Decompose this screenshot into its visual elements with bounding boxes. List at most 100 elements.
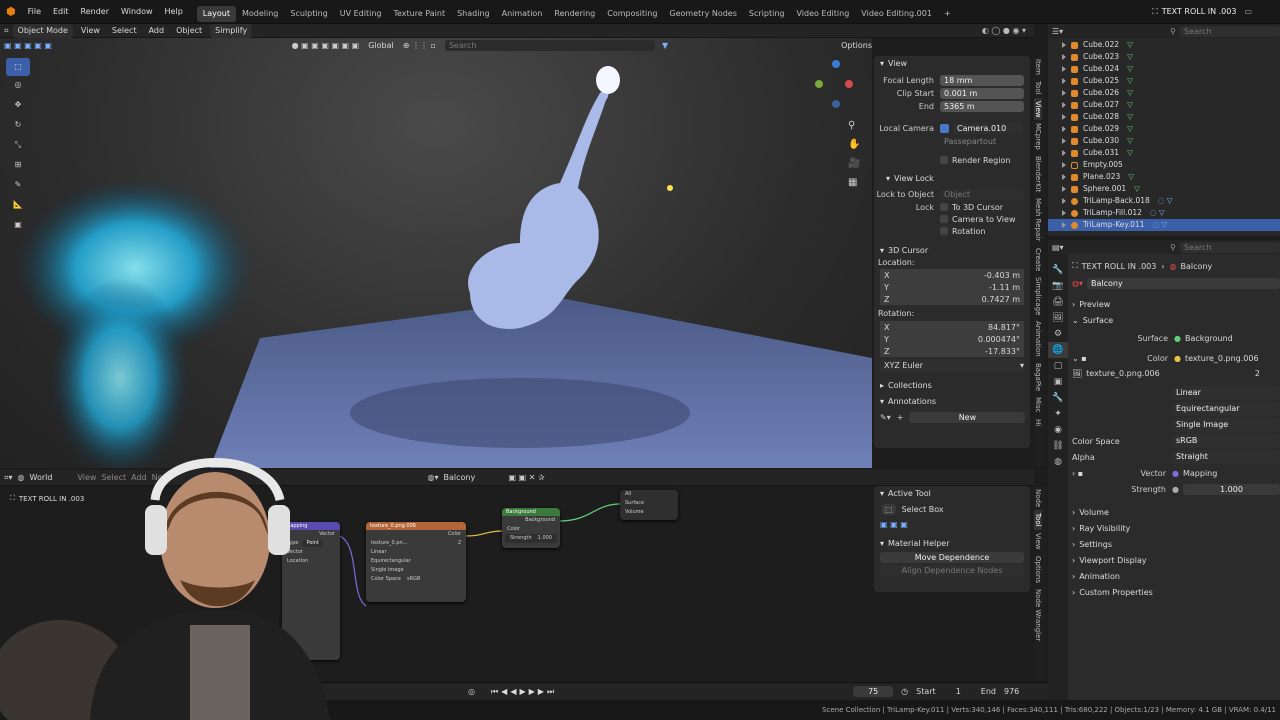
expand-arrow-icon[interactable]: [1062, 222, 1066, 228]
clip-end-field[interactable]: 5365 m: [940, 101, 1024, 112]
annotation-icon[interactable]: ✎▾: [880, 413, 891, 422]
blender-logo-icon[interactable]: ⬢: [0, 5, 22, 18]
expand-arrow-icon[interactable]: [1062, 162, 1066, 168]
node-world-buttons[interactable]: ▣ ▣ ✕ ✰: [509, 473, 545, 482]
world-datablock-field[interactable]: Balcony: [1087, 277, 1280, 289]
preview-section[interactable]: › Preview: [1072, 296, 1280, 312]
3d-viewport[interactable]: ⬚ ◎ ✥ ↻ ⤡ ⊞ ✎ 📐 ▣ ⚲ ✋ 🎥 ▦: [0, 38, 872, 468]
filter-icon[interactable]: ▼: [662, 41, 668, 50]
tab-simplicage[interactable]: Simplicage: [1034, 274, 1042, 318]
loc-z-field[interactable]: 0.7427 m: [892, 295, 1024, 304]
outliner-item[interactable]: Cube.031 ▽: [1048, 147, 1280, 159]
rotate-tool-icon[interactable]: ↻: [6, 120, 30, 140]
view-layer-icon[interactable]: ▭: [1244, 7, 1252, 16]
transform-tool-icon[interactable]: ⊞: [6, 160, 30, 180]
annotations-header[interactable]: ▾ Annotations: [874, 394, 1030, 408]
alpha-dropdown[interactable]: Straight: [1172, 450, 1280, 464]
property-section[interactable]: › Viewport Display: [1072, 552, 1280, 568]
interpolation-dropdown[interactable]: Linear: [1172, 386, 1280, 400]
focal-length-field[interactable]: 18 mm: [940, 75, 1024, 86]
tab-compositing[interactable]: Compositing: [601, 6, 663, 22]
outliner-item[interactable]: TriLamp-Back.018 ◌ ▽: [1048, 195, 1280, 207]
source-dropdown[interactable]: Single Image: [1172, 418, 1280, 432]
mesh-data-icon[interactable]: ▽: [1127, 111, 1133, 123]
output-tab-icon[interactable]: 🖨: [1048, 294, 1068, 310]
expand-arrow-icon[interactable]: [1062, 210, 1066, 216]
rot-x-field[interactable]: 84.817°: [892, 323, 1024, 332]
mesh-data-icon[interactable]: ▽: [1127, 75, 1133, 87]
outliner-item[interactable]: Cube.025 ▽: [1048, 75, 1280, 87]
world-datablock-icon[interactable]: ◍▾: [1072, 279, 1083, 288]
tab-bagapie[interactable]: BagaPie: [1034, 360, 1042, 394]
outliner-item[interactable]: TriLamp-Key.011 ◌ ▽: [1048, 219, 1280, 231]
cursor-tool-icon[interactable]: ◎: [6, 80, 30, 100]
mesh-data-icon[interactable]: ▽: [1127, 87, 1133, 99]
align-dependence-button[interactable]: Align Dependence Nodes: [880, 565, 1024, 576]
mesh-data-icon[interactable]: ▽: [1127, 99, 1133, 111]
light-data-icon[interactable]: ◌ ▽: [1150, 207, 1165, 219]
expand-arrow-icon[interactable]: [1062, 90, 1066, 96]
node-tab-options[interactable]: Options: [1034, 553, 1042, 586]
loc-x-field[interactable]: -0.403 m: [892, 271, 1024, 280]
select-mode-buttons[interactable]: ▣ ▣ ▣: [874, 518, 1030, 530]
light-data-icon[interactable]: ◌ ▽: [1158, 195, 1173, 207]
node-tab-node-wrangler[interactable]: Node Wrangler: [1034, 586, 1042, 644]
mesh-data-icon[interactable]: ▽: [1127, 123, 1133, 135]
color-expand-icon[interactable]: ⌄ ▪: [1072, 354, 1092, 363]
expand-arrow-icon[interactable]: [1062, 186, 1066, 192]
outliner-item[interactable]: Cube.029 ▽: [1048, 123, 1280, 135]
properties-search-icon[interactable]: ⚲: [1170, 243, 1176, 252]
orientation-dropdown[interactable]: Global: [368, 41, 394, 50]
tab-hi[interactable]: Hi: [1034, 416, 1042, 429]
properties-search-input[interactable]: Search: [1180, 241, 1280, 253]
data-tab-icon[interactable]: ◍: [1048, 454, 1068, 470]
tab-geometry-nodes[interactable]: Geometry Nodes: [663, 6, 742, 22]
constraints-tab-icon[interactable]: ⛓: [1048, 438, 1068, 454]
scale-tool-icon[interactable]: ⤡: [6, 140, 30, 160]
expand-arrow-icon[interactable]: [1062, 102, 1066, 108]
expand-arrow-icon[interactable]: [1062, 66, 1066, 72]
surface-section[interactable]: ⌄ Surface: [1072, 312, 1280, 328]
outliner-search-icon[interactable]: ⚲: [1170, 27, 1176, 36]
pan-hand-icon[interactable]: ✋: [848, 135, 862, 154]
shading-buttons[interactable]: ◐ ◯ ● ◉ ▾: [982, 26, 1026, 35]
expand-arrow-icon[interactable]: [1062, 150, 1066, 156]
expand-arrow-icon[interactable]: [1062, 126, 1066, 132]
tab-rendering[interactable]: Rendering: [548, 6, 601, 22]
output-target-dropdown[interactable]: All: [620, 490, 678, 499]
tab-item[interactable]: Item: [1034, 56, 1042, 78]
playback-controls[interactable]: ⏮◀◀▶▶▶⏭: [491, 687, 557, 697]
overlay-icons[interactable]: ● ▣ ▣ ▣ ▣ ▣ ▣: [292, 41, 360, 50]
node-tab-node[interactable]: Node: [1034, 486, 1042, 510]
grid-view-icon[interactable]: ▦: [848, 173, 862, 192]
select-tool-icon[interactable]: ⬚: [6, 58, 30, 76]
mesh-data-icon[interactable]: ▽: [1127, 51, 1133, 63]
add-cube-tool-icon[interactable]: ▣: [6, 220, 30, 240]
world-output-node[interactable]: All Surface Volume: [620, 490, 678, 520]
texture-image-field[interactable]: texture_0.pn...: [371, 539, 458, 548]
collection-tab-icon[interactable]: ▢: [1048, 358, 1068, 374]
cursor-panel-header[interactable]: ▾ 3D Cursor: [874, 243, 1030, 257]
tab-tool[interactable]: Tool: [1034, 78, 1042, 98]
menu-edit[interactable]: Edit: [47, 0, 75, 24]
properties-editor-icon[interactable]: ▤▾: [1052, 243, 1064, 252]
tool-tab-icon[interactable]: 🔧: [1048, 262, 1068, 278]
render-tab-icon[interactable]: 📷: [1048, 278, 1068, 294]
outliner-item[interactable]: Cube.030 ▽: [1048, 135, 1280, 147]
strength-field[interactable]: 1.000: [1182, 483, 1280, 495]
material-helper-header[interactable]: ▾ Material Helper: [874, 536, 1030, 550]
lock-cursor-checkbox[interactable]: [940, 203, 948, 211]
tab-animation[interactable]: Animation: [496, 6, 549, 22]
image-icon[interactable]: 🖼: [1072, 369, 1082, 378]
mesh-data-icon[interactable]: ▽: [1127, 147, 1133, 159]
measure-tool-icon[interactable]: 📐: [6, 200, 30, 220]
node-tab-tool[interactable]: Tool: [1034, 510, 1042, 530]
expand-arrow-icon[interactable]: [1062, 198, 1066, 204]
tab-shading[interactable]: Shading: [451, 6, 496, 22]
expand-arrow-icon[interactable]: [1062, 78, 1066, 84]
node-tab-view[interactable]: View: [1034, 530, 1042, 553]
expand-arrow-icon[interactable]: [1062, 54, 1066, 60]
menu-render[interactable]: Render: [75, 0, 115, 24]
tab-mcprep[interactable]: MCprep: [1034, 120, 1042, 153]
render-region-checkbox[interactable]: [940, 156, 948, 164]
